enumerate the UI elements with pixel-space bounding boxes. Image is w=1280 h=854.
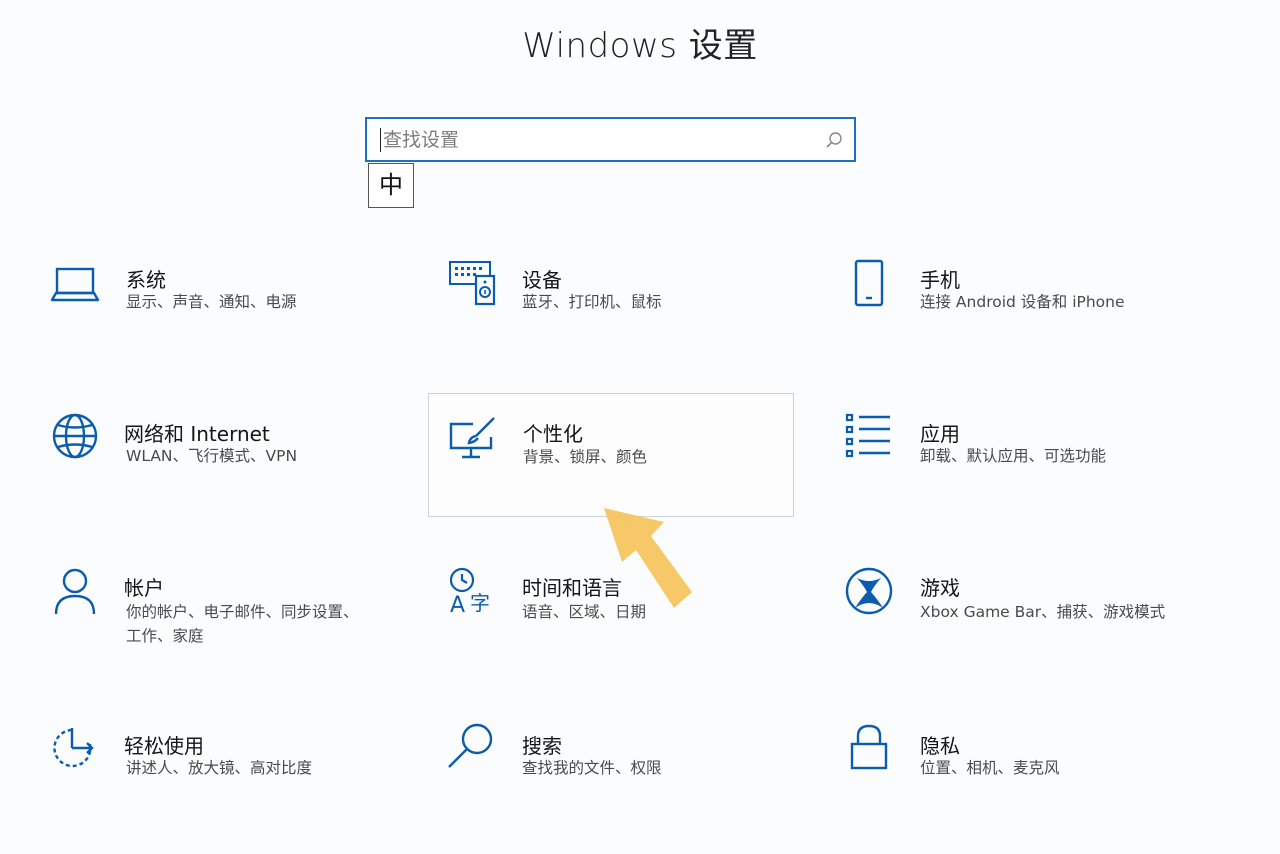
tile-gaming[interactable]: 游戏 Xbox Game Bar、捕获、游戏模式 (824, 548, 1194, 672)
tile-description: 位置、相机、麦克风 (920, 759, 1060, 777)
globe-icon (50, 411, 100, 461)
devices-icon (448, 260, 498, 310)
tile-accounts[interactable]: 帐户 你的帐户、电子邮件、同步设置、工作、家庭 (30, 548, 400, 672)
tile-description: 查找我的文件、权限 (522, 759, 662, 777)
search-input[interactable] (383, 119, 813, 160)
tile-description: 卸载、默认应用、可选功能 (920, 447, 1107, 465)
tile-description: 讲述人、放大镜、高对比度 (126, 759, 313, 777)
page-title: Windows 设置 (522, 26, 758, 66)
tile-title: 搜索 (522, 734, 562, 758)
tile-privacy[interactable]: 隐私 位置、相机、麦克风 (824, 706, 1194, 830)
pointer-arrow-icon (604, 508, 692, 608)
tile-title: 个性化 (523, 422, 583, 446)
tile-title: 轻松使用 (124, 734, 204, 758)
tile-phone[interactable]: 手机 连接 Android 设备和 iPhone (824, 240, 1194, 364)
tile-network[interactable]: 网络和 Internet WLAN、飞行模式、VPN (30, 394, 400, 518)
app-list-icon (844, 411, 894, 461)
laptop-icon (50, 260, 100, 310)
search-icon[interactable] (824, 130, 844, 150)
tile-description: 背景、锁屏、颜色 (523, 448, 648, 466)
time-language-icon: A字 (446, 566, 496, 616)
svg-text:字: 字 (470, 591, 490, 615)
tile-title: 系统 (126, 268, 166, 292)
tile-title: 帐户 (124, 576, 164, 600)
tile-title: 设备 (522, 268, 562, 292)
tile-title: 隐私 (920, 734, 960, 758)
paintbrush-monitor-icon (447, 415, 497, 465)
ime-indicator[interactable]: 中 (368, 163, 414, 208)
text-caret (380, 128, 381, 152)
svg-text:A: A (450, 593, 465, 616)
tile-description: WLAN、飞行模式、VPN (126, 447, 298, 465)
person-icon (50, 566, 100, 616)
tile-ease-of-access[interactable]: 轻松使用 讲述人、放大镜、高对比度 (30, 706, 400, 830)
tile-description: 连接 Android 设备和 iPhone (920, 293, 1125, 311)
tile-title: 应用 (920, 422, 960, 446)
tile-search[interactable]: 搜索 查找我的文件、权限 (428, 706, 798, 830)
tile-title: 手机 (920, 268, 960, 292)
tile-personalization[interactable]: 个性化 背景、锁屏、颜色 (428, 393, 794, 517)
phone-icon (844, 258, 894, 308)
tile-title: 游戏 (920, 576, 960, 600)
tile-system[interactable]: 系统 显示、声音、通知、电源 (30, 240, 400, 364)
ease-of-access-icon (50, 724, 100, 774)
xbox-icon (844, 566, 894, 616)
tile-description: 蓝牙、打印机、鼠标 (522, 293, 662, 311)
tile-description: Xbox Game Bar、捕获、游戏模式 (920, 603, 1166, 621)
tile-title: 网络和 Internet (124, 422, 270, 446)
magnifier-icon (446, 722, 496, 772)
tile-devices[interactable]: 设备 蓝牙、打印机、鼠标 (428, 240, 798, 364)
tile-description: 你的帐户、电子邮件、同步设置、工作、家庭 (126, 603, 359, 645)
tile-description: 显示、声音、通知、电源 (126, 293, 297, 311)
tile-apps[interactable]: 应用 卸载、默认应用、可选功能 (824, 394, 1194, 518)
lock-icon (844, 722, 894, 772)
search-box[interactable] (365, 117, 856, 162)
